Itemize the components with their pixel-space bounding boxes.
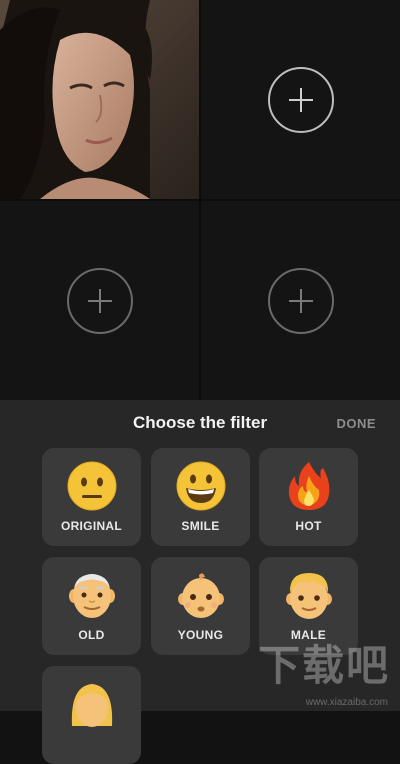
watermark: 下载吧	[257, 641, 390, 690]
neutral-face-emoji	[67, 461, 116, 511]
plus-icon	[87, 288, 112, 313]
photo-slot-4[interactable]	[201, 201, 400, 400]
watermark-url: www.xiazaiba.com	[305, 697, 388, 708]
filter-female[interactable]	[42, 666, 141, 764]
portrait-photo	[0, 0, 199, 199]
grinning-face-emoji	[176, 461, 225, 511]
done-button[interactable]: DONE	[336, 416, 376, 431]
filter-sheet: Choose the filter DONE ORIGINAL SMILE HO…	[0, 400, 400, 764]
filter-original[interactable]: ORIGINAL	[42, 448, 141, 546]
filter-old[interactable]: OLD	[42, 557, 141, 655]
baby-emoji	[177, 573, 224, 618]
add-photo-button[interactable]	[267, 66, 334, 133]
filter-label: OLD	[78, 628, 105, 642]
photo-slot-2[interactable]	[201, 0, 400, 199]
add-photo-button[interactable]	[66, 267, 133, 334]
filter-label: HOT	[295, 519, 322, 533]
photo-grid	[0, 0, 400, 400]
woman-emoji	[71, 684, 112, 727]
fire-emoji	[288, 462, 329, 510]
plus-icon	[288, 288, 313, 313]
photo-slot-3[interactable]	[0, 201, 199, 400]
old-man-emoji	[68, 574, 115, 618]
filter-hot[interactable]: HOT	[259, 448, 358, 546]
add-photo-button[interactable]	[267, 267, 334, 334]
plus-icon	[288, 87, 313, 112]
boy-emoji	[285, 573, 332, 619]
filter-smile[interactable]: SMILE	[151, 448, 250, 546]
filter-label: YOUNG	[177, 628, 224, 642]
filter-label: SMILE	[181, 519, 220, 533]
filter-young[interactable]: YOUNG	[151, 557, 250, 655]
filter-label: ORIGINAL	[60, 519, 123, 533]
photo-slot-1[interactable]	[0, 0, 199, 199]
